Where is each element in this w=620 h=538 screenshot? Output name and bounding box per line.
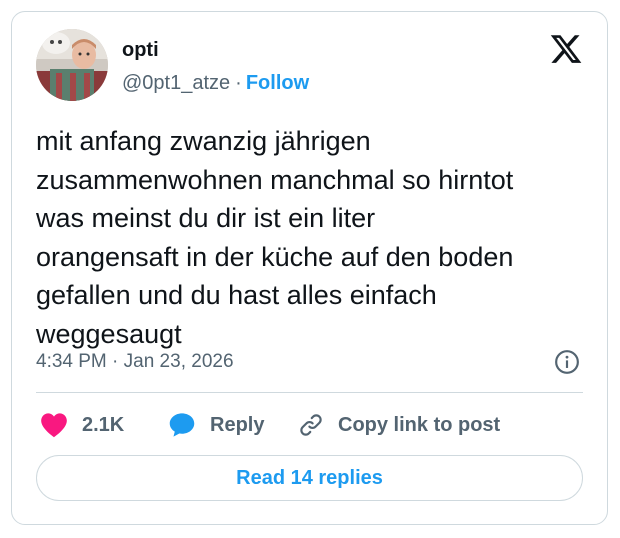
tweet-text: mit anfang zwanzig jährigen zusammenwohn… — [36, 126, 514, 349]
read-replies-button[interactable]: Read 14 replies — [36, 455, 583, 501]
author-name[interactable]: opti — [122, 38, 159, 62]
divider — [36, 392, 583, 393]
read-replies-label: Read 14 replies — [236, 466, 383, 489]
copy-link-button[interactable]: Copy link to post — [298, 409, 500, 441]
speech-bubble-icon — [169, 413, 195, 437]
reply-button[interactable]: Reply — [168, 409, 264, 441]
action-bar: 2.1K Reply Copy link to post — [36, 409, 586, 441]
like-count: 2.1K — [82, 413, 125, 436]
heart-icon — [41, 413, 67, 438]
link-icon — [300, 414, 322, 436]
reply-label: Reply — [210, 413, 265, 436]
like-button[interactable]: 2.1K — [40, 409, 124, 441]
avatar-photo — [36, 29, 108, 101]
x-logo-icon[interactable] — [549, 32, 583, 66]
follow-button[interactable]: Follow — [246, 72, 309, 94]
tweet-timestamp[interactable]: 4:34 PM · Jan 23, 2026 — [36, 350, 234, 374]
separator-dot: · — [235, 72, 242, 94]
info-icon[interactable] — [554, 349, 580, 375]
avatar[interactable] — [36, 29, 108, 101]
author-handle[interactable]: @0pt1_atze — [122, 72, 230, 94]
author-meta: @0pt1_atze · Follow — [122, 71, 309, 95]
tweet-card: opti @0pt1_atze · Follow mit anfang zwanzi… — [11, 11, 608, 525]
copy-link-label: Copy link to post — [338, 413, 501, 436]
